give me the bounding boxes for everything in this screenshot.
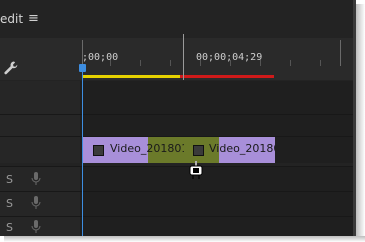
solo-button[interactable]: S — [6, 173, 13, 186]
work-area-bar-out[interactable] — [180, 75, 274, 78]
panel-shadow — [4, 236, 365, 242]
track-lane-v3[interactable] — [80, 81, 353, 114]
solo-button[interactable]: S — [6, 197, 13, 210]
track-lane-a2[interactable] — [80, 192, 353, 216]
timeline-panel: edit ≡ ;00;00 00;00;04;29 Video_201801 V… — [0, 0, 353, 236]
ruler-tick — [82, 40, 83, 66]
sequence-tab-name[interactable]: edit — [0, 12, 23, 26]
mic-icon[interactable] — [31, 220, 41, 234]
panel-menu-icon[interactable]: ≡ — [28, 11, 39, 26]
video-clip[interactable]: Video_201801 — [82, 137, 184, 163]
mic-icon[interactable] — [31, 172, 41, 186]
playhead-line[interactable] — [82, 70, 83, 236]
ruler-tick — [320, 60, 321, 66]
track-lane-a1[interactable] — [80, 167, 353, 191]
track-header-v3[interactable] — [0, 81, 80, 114]
fx-badge-icon — [93, 145, 104, 156]
mic-icon[interactable] — [31, 196, 41, 210]
ruler-tick — [260, 60, 261, 66]
ruler-tick — [110, 60, 111, 66]
edit-point-line — [183, 34, 184, 80]
clip-label: Video_20180 — [209, 142, 275, 155]
track-header-v2[interactable] — [0, 115, 80, 136]
ruler-tick — [170, 60, 171, 66]
track-lane-v2[interactable] — [80, 115, 353, 136]
clip-label: Video_201801 — [110, 142, 184, 155]
solo-button[interactable]: S — [6, 221, 13, 234]
track-header-v1[interactable] — [0, 137, 80, 163]
work-area-bar-in[interactable] — [82, 75, 180, 78]
timeline-header: edit ≡ — [0, 0, 353, 39]
trim-cursor-icon — [189, 161, 203, 179]
track-lane-a3[interactable] — [80, 217, 353, 236]
panel-shadow — [356, 4, 365, 242]
ruler-tick — [290, 60, 291, 66]
playhead-handle[interactable] — [79, 64, 86, 72]
ruler-tick — [140, 60, 141, 66]
ruler-tick — [340, 40, 341, 66]
ruler-tick — [230, 60, 231, 66]
time-ruler[interactable] — [0, 38, 353, 80]
ruler-tick — [200, 60, 201, 66]
fx-badge-icon — [193, 145, 204, 156]
wrench-icon[interactable] — [3, 60, 19, 76]
timecode-start: ;00;00 — [82, 52, 119, 63]
